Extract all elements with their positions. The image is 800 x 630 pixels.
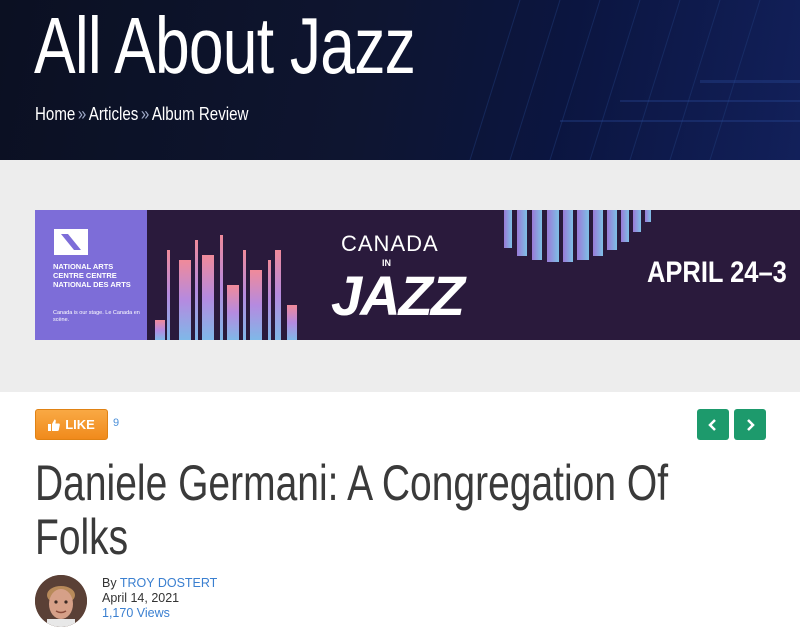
breadcrumb-articles[interactable]: Articles [89, 104, 139, 124]
banner-headline-main: JAZZ [331, 264, 465, 327]
nac-logo-panel: NATIONAL ARTS CENTRE CENTRE NATIONAL DES… [35, 210, 147, 340]
chevron-right-icon [747, 418, 755, 431]
author-link[interactable]: TROY DOSTERT [120, 576, 217, 590]
breadcrumb-home[interactable]: Home [35, 104, 75, 124]
nac-org-name: NATIONAL ARTS CENTRE CENTRE NATIONAL DES… [53, 262, 131, 289]
article-title: Daniele Germani: A Congregation Of Folks [35, 455, 669, 565]
publish-date: April 14, 2021 [102, 591, 180, 605]
breadcrumb-album-review[interactable]: Album Review [152, 104, 249, 124]
ad-area: NATIONAL ARTS CENTRE CENTRE NATIONAL DES… [0, 160, 800, 392]
site-header: All About Jazz Home» Articles» Album Revie… [0, 0, 800, 160]
thumbs-up-icon [48, 419, 61, 431]
banner-dates: APRIL 24–3 [647, 256, 787, 289]
nac-tagline: Canada is our stage. Le Canada en scène. [53, 310, 140, 323]
banner-headline-top: CANADA [341, 231, 439, 256]
author-line: By TROY DOSTERT [102, 576, 217, 591]
byline: By TROY DOSTERT April 14, 2021 1,170 Vie… [102, 576, 217, 621]
ad-banner[interactable]: NATIONAL ARTS CENTRE CENTRE NATIONAL DES… [35, 210, 800, 340]
nac-logo-icon [54, 229, 88, 255]
breadcrumb-separator: » [77, 104, 87, 124]
site-title[interactable]: All About Jazz [34, 2, 416, 90]
next-article-button[interactable] [734, 409, 766, 440]
by-prefix: By [102, 576, 117, 590]
view-count: 1,170 Views [102, 606, 170, 620]
like-button[interactable]: LIKE [35, 409, 108, 440]
previous-article-button[interactable] [697, 409, 729, 440]
breadcrumb: Home» Articles» Album Review [35, 104, 248, 125]
like-count: 9 [113, 417, 120, 429]
like-label: LIKE [65, 417, 95, 432]
breadcrumb-separator: » [140, 104, 150, 124]
author-photo [35, 575, 87, 627]
author-avatar[interactable] [35, 575, 87, 627]
chevron-left-icon [708, 418, 716, 431]
